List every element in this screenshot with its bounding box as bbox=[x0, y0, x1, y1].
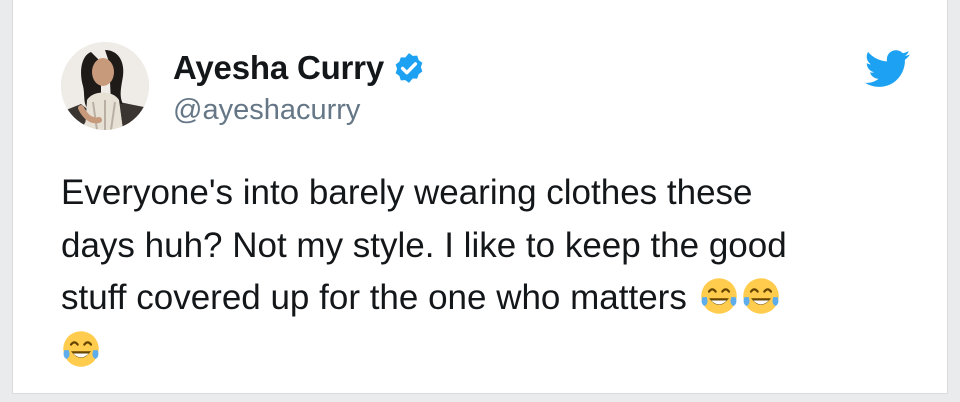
tears-of-joy-emoji-icon bbox=[61, 329, 101, 369]
tears-of-joy-emoji-icon bbox=[741, 276, 781, 316]
tweet-line: days huh? Not my style. I like to keep t… bbox=[61, 220, 901, 273]
tweet-line-text: stuff covered up for the one who matters bbox=[61, 278, 687, 317]
tweet-text: Everyone's into barely wearing clothes t… bbox=[61, 167, 901, 377]
avatar[interactable] bbox=[61, 42, 149, 130]
tweet-line bbox=[61, 325, 901, 378]
tweet-line: stuff covered up for the one who matters bbox=[61, 272, 901, 325]
twitter-bird-icon[interactable] bbox=[864, 50, 911, 88]
author-name-row[interactable]: Ayesha Curry bbox=[173, 48, 426, 88]
author-name[interactable]: Ayesha Curry bbox=[173, 48, 384, 88]
tweet-line: Everyone's into barely wearing clothes t… bbox=[61, 173, 753, 212]
tears-of-joy-emoji-icon bbox=[699, 276, 739, 316]
tweet-line-text: days huh? Not my style. I like to keep t… bbox=[61, 225, 787, 265]
avatar-photo bbox=[61, 42, 149, 130]
tweet-card[interactable]: Ayesha Curry @ayeshacurry Everyone's int… bbox=[12, 0, 948, 394]
author-handle[interactable]: @ayeshacurry bbox=[173, 92, 360, 128]
verified-badge-icon bbox=[392, 51, 426, 85]
